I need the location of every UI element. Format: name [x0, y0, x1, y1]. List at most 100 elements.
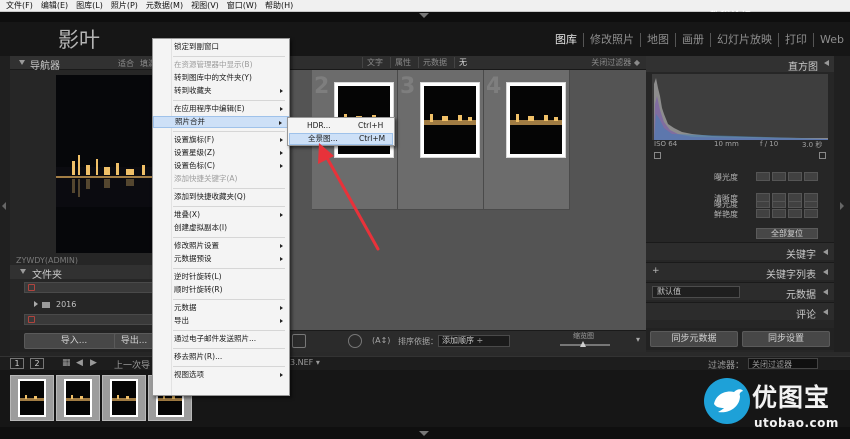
- module-4[interactable]: 幻灯片放映: [710, 33, 778, 47]
- module-3[interactable]: 画册: [675, 33, 710, 47]
- step-down-large-button[interactable]: [756, 172, 770, 181]
- folder-item-2016[interactable]: 2016: [34, 300, 76, 309]
- highlight-clipping-icon[interactable]: [819, 152, 826, 159]
- filter-preset-select[interactable]: 关闭过滤器 ◆: [591, 57, 640, 68]
- forward-arrow-icon[interactable]: ▶: [90, 358, 97, 368]
- step-down-button[interactable]: [772, 172, 786, 181]
- context-menu-item[interactable]: 照片合并: [153, 116, 289, 128]
- histogram-header[interactable]: 直方图: [646, 56, 834, 73]
- menubar-item[interactable]: 窗口(W): [223, 0, 261, 12]
- context-menu-item[interactable]: 设置旗标(F): [153, 134, 289, 146]
- filter-metadata[interactable]: 元数据: [418, 57, 451, 68]
- secondary-display-1[interactable]: 1: [10, 358, 24, 369]
- disclosure-triangle-icon[interactable]: [823, 289, 828, 295]
- step-down-large-button[interactable]: [756, 193, 770, 202]
- step-up-large-button[interactable]: [804, 209, 818, 218]
- menubar-item[interactable]: 视图(V): [187, 0, 223, 12]
- disclosure-triangle-icon[interactable]: [823, 269, 828, 275]
- module-6[interactable]: Web: [813, 33, 850, 47]
- context-menu-item[interactable]: 通过电子邮件发送照片...: [153, 333, 289, 345]
- step-up-button[interactable]: [788, 193, 802, 202]
- metadata-preset-select[interactable]: 默认值: [652, 286, 740, 298]
- disclosure-triangle-icon[interactable]: [20, 269, 26, 274]
- add-keyword-button[interactable]: +: [652, 266, 660, 276]
- filter-attribute[interactable]: 属性: [390, 57, 415, 68]
- keywording-section[interactable]: 关键字: [646, 242, 834, 261]
- grid-cell[interactable]: 3: [398, 70, 484, 210]
- step-up-large-button[interactable]: [804, 193, 818, 202]
- grid-icon[interactable]: ▦: [62, 358, 71, 368]
- step-up-button[interactable]: [788, 209, 802, 218]
- secondary-display-2[interactable]: 2: [30, 358, 44, 369]
- collapse-arrow-icon[interactable]: [419, 431, 429, 436]
- step-down-button[interactable]: [772, 209, 786, 218]
- filmstrip-filter-select[interactable]: 关闭过滤器: [748, 358, 818, 369]
- module-2[interactable]: 地图: [640, 33, 675, 47]
- module-5[interactable]: 打印: [778, 33, 813, 47]
- menu-item-panorama[interactable]: 全景图... Ctrl+M: [289, 133, 393, 145]
- survey-view-icon[interactable]: [292, 334, 306, 348]
- step-down-button[interactable]: [772, 193, 786, 202]
- filmstrip-thumb[interactable]: [10, 375, 54, 421]
- expand-icon[interactable]: [34, 301, 38, 307]
- disclosure-triangle-icon[interactable]: [19, 60, 25, 65]
- context-menu-item[interactable]: 逆时针旋转(L): [153, 271, 289, 283]
- filter-text[interactable]: 文字: [362, 57, 387, 68]
- toolbar-menu-icon[interactable]: ▾: [636, 335, 640, 344]
- context-menu-item[interactable]: 设置星级(Z): [153, 147, 289, 159]
- zoom-fit-option[interactable]: 适合: [118, 58, 134, 69]
- step-up-large-button[interactable]: [804, 172, 818, 181]
- context-menu-item[interactable]: 添加到快捷收藏夹(Q): [153, 191, 289, 203]
- filmstrip-thumb[interactable]: [56, 375, 100, 421]
- filmstrip-thumb[interactable]: [102, 375, 146, 421]
- context-menu-item[interactable]: 在应用程序中编辑(E): [153, 103, 289, 115]
- slider-knob[interactable]: [580, 341, 586, 347]
- metadata-section[interactable]: 默认值 元数据: [646, 282, 834, 301]
- menubar-item[interactable]: 照片(P): [107, 0, 142, 12]
- collapse-right-icon[interactable]: [840, 202, 844, 210]
- menubar-item[interactable]: 文件(F): [2, 0, 37, 12]
- painter-icon[interactable]: [348, 334, 362, 348]
- current-filename[interactable]: 3.NEF ▾: [290, 358, 320, 367]
- context-menu-item[interactable]: 视图选项: [153, 369, 289, 381]
- comments-section[interactable]: 评论: [646, 302, 834, 321]
- context-menu-item[interactable]: 转到图库中的文件夹(Y): [153, 72, 289, 84]
- right-panel-toggle[interactable]: [834, 56, 850, 352]
- sync-settings-button[interactable]: 同步设置: [742, 331, 830, 347]
- sync-metadata-button[interactable]: 同步元数据: [650, 331, 738, 347]
- left-panel-toggle[interactable]: [0, 56, 10, 356]
- grid-cell[interactable]: 4: [484, 70, 570, 210]
- thumbnail-size-slider[interactable]: [560, 341, 610, 347]
- volume-row[interactable]: [24, 314, 164, 325]
- disclosure-triangle-icon[interactable]: [823, 249, 828, 255]
- context-menu-item[interactable]: 元数据: [153, 302, 289, 314]
- collapse-left-icon[interactable]: [2, 202, 6, 210]
- context-menu-item[interactable]: 堆叠(X): [153, 209, 289, 221]
- filter-none[interactable]: 无: [454, 57, 471, 68]
- menubar-item[interactable]: 元数据(M): [142, 0, 187, 12]
- import-button[interactable]: 导入...: [24, 333, 124, 349]
- menubar-item[interactable]: 图库(L): [72, 0, 107, 12]
- disclosure-triangle-icon[interactable]: [824, 60, 829, 66]
- context-menu-item[interactable]: 设置色标(C): [153, 160, 289, 172]
- module-1[interactable]: 修改照片: [583, 33, 640, 47]
- volume-row[interactable]: [24, 282, 164, 293]
- context-menu-item[interactable]: 转到收藏夹: [153, 85, 289, 97]
- context-menu-item[interactable]: 顺时针旋转(R): [153, 284, 289, 296]
- context-menu-item[interactable]: 元数据预设: [153, 253, 289, 265]
- context-menu-item[interactable]: 创建虚拟副本(I): [153, 222, 289, 234]
- back-arrow-icon[interactable]: ◀: [76, 358, 83, 368]
- step-down-large-button[interactable]: [756, 209, 770, 218]
- sort-select[interactable]: 添加顺序 ÷: [438, 335, 510, 347]
- context-menu-item[interactable]: 锁定到副窗口: [153, 41, 289, 53]
- step-up-button[interactable]: [788, 172, 802, 181]
- menu-item-hdr[interactable]: HDR... Ctrl+H: [289, 120, 393, 132]
- menubar-item[interactable]: 编辑(E): [37, 0, 72, 12]
- module-0[interactable]: 图库: [549, 33, 583, 47]
- export-button[interactable]: 导出...: [114, 333, 154, 349]
- menubar-item[interactable]: 帮助(H): [261, 0, 297, 12]
- top-panel-toggle-strip[interactable]: [0, 12, 850, 22]
- context-menu-item[interactable]: 移去照片(R)...: [153, 351, 289, 363]
- collapse-arrow-icon[interactable]: [419, 13, 429, 18]
- sort-order-icon[interactable]: (A↕): [372, 336, 390, 345]
